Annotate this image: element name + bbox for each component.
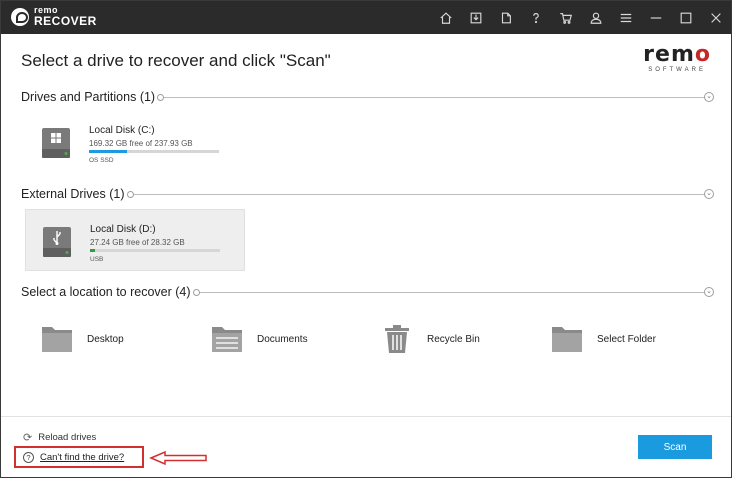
- page-title: Select a drive to recover and click "Sca…: [21, 51, 331, 70]
- external-section-count: (1): [109, 187, 125, 201]
- help-icon[interactable]: [521, 1, 551, 34]
- refresh-icon: ⟳: [23, 432, 33, 444]
- title-bar: remo RECOVER: [1, 1, 731, 34]
- drive-usage-fill: [90, 249, 96, 252]
- drive-name: Local Disk (D:): [90, 224, 156, 235]
- usb-drive-icon: [43, 227, 71, 257]
- location-label: Documents: [257, 333, 308, 345]
- brand-subtitle: SOFTWARE: [648, 67, 706, 73]
- question-circle-icon: ?: [23, 451, 34, 463]
- drive-type: USB: [90, 256, 104, 263]
- account-icon[interactable]: [581, 1, 611, 34]
- app-window: remo RECOVER Select a drive to recover a…: [0, 0, 732, 478]
- cant-find-drive-link[interactable]: ? Can't find the drive?: [14, 446, 144, 468]
- desktop-folder-icon: [42, 327, 72, 352]
- scan-button[interactable]: Scan: [638, 435, 712, 459]
- external-section-header[interactable]: External Drives (1) ⌄: [21, 186, 714, 202]
- minimize-icon[interactable]: [641, 1, 671, 34]
- drive-usage-bar: [90, 249, 220, 252]
- locations-section-count: (4): [175, 285, 191, 299]
- chevron-down-icon[interactable]: ⌄: [704, 91, 714, 102]
- maximize-icon[interactable]: [671, 1, 701, 34]
- drive-usage-fill: [89, 150, 127, 153]
- section-divider: ⌄: [126, 188, 714, 199]
- location-recycle-bin[interactable]: Recycle Bin: [381, 323, 480, 355]
- recycle-bin-icon: [385, 325, 409, 353]
- location-label: Select Folder: [597, 333, 656, 345]
- logo-big-text: RECOVER: [34, 14, 97, 28]
- home-icon[interactable]: [431, 1, 461, 34]
- documents-folder-icon: [212, 327, 242, 352]
- drive-usage-bar: [89, 150, 219, 153]
- drive-type: OS SSD: [89, 157, 114, 164]
- locations-section-label: Select a location to recover: [21, 285, 172, 299]
- ring-icon: [157, 93, 165, 101]
- chevron-down-icon[interactable]: ⌄: [704, 286, 714, 297]
- section-divider: ⌄: [157, 91, 714, 102]
- load-session-icon[interactable]: [491, 1, 521, 34]
- section-divider: ⌄: [192, 286, 714, 297]
- drive-free-space: 27.24 GB free of 28.32 GB: [90, 238, 185, 247]
- cant-find-drive-label: Can't find the drive?: [40, 451, 125, 463]
- save-session-icon[interactable]: [461, 1, 491, 34]
- location-desktop[interactable]: Desktop: [41, 323, 124, 355]
- drives-section-header[interactable]: Drives and Partitions (1) ⌄: [21, 89, 714, 105]
- locations-section-header[interactable]: Select a location to recover (4) ⌄: [21, 284, 714, 300]
- location-label: Recycle Bin: [427, 333, 480, 345]
- brand-name-right: o: [694, 42, 711, 67]
- drives-section-count: (1): [139, 90, 156, 104]
- location-select-folder[interactable]: Select Folder: [551, 323, 656, 355]
- close-icon[interactable]: [701, 1, 731, 34]
- drive-free-space: 169.32 GB free of 237.93 GB: [89, 139, 193, 148]
- drive-card-c[interactable]: Local Disk (C:) 169.32 GB free of 237.93…: [25, 111, 245, 173]
- remo-logo-icon: [11, 7, 29, 26]
- drive-name: Local Disk (C:): [89, 125, 155, 136]
- cart-icon[interactable]: [551, 1, 581, 34]
- ring-icon: [126, 190, 134, 198]
- title-bar-icons: [431, 1, 731, 34]
- location-label: Desktop: [87, 333, 124, 345]
- reload-drives-link[interactable]: ⟳ Reload drives: [23, 431, 96, 444]
- external-section-label: External Drives: [21, 187, 106, 201]
- reload-drives-label: Reload drives: [38, 432, 97, 443]
- chevron-down-icon[interactable]: ⌄: [704, 188, 714, 199]
- remo-software-logo: remo SOFTWARE: [643, 42, 711, 74]
- ring-icon: [192, 288, 200, 296]
- app-logo: remo RECOVER: [11, 6, 97, 27]
- drives-section-label: Drives and Partitions: [21, 90, 137, 104]
- annotation-arrow-icon: [149, 450, 207, 466]
- footer-divider: [1, 416, 731, 417]
- drive-card-d[interactable]: Local Disk (D:) 27.24 GB free of 28.32 G…: [25, 209, 245, 271]
- windows-drive-icon: [42, 128, 70, 158]
- location-documents[interactable]: Documents: [211, 323, 308, 355]
- brand-name-left: rem: [643, 42, 695, 67]
- menu-icon[interactable]: [611, 1, 641, 34]
- folder-icon: [552, 327, 582, 352]
